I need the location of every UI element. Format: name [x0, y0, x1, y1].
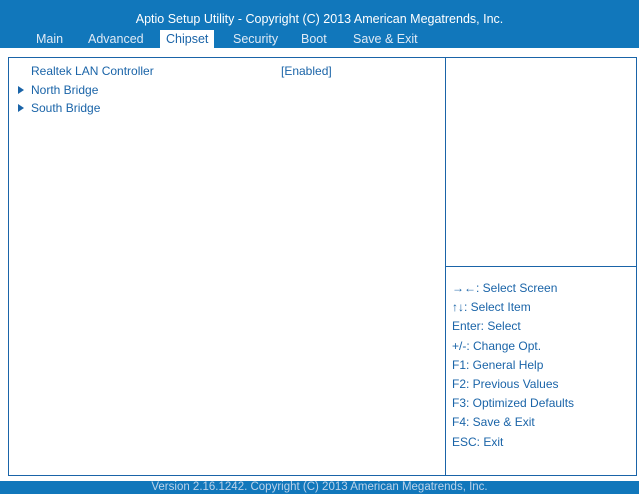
help-line-change-opt: +/-: Change Opt.: [452, 338, 542, 353]
menu-item-realtek-lan-controller[interactable]: Realtek LAN Controller: [31, 64, 154, 78]
help-line-save-exit: F4: Save & Exit: [452, 415, 535, 430]
help-line-previous-values: F2: Previous Values: [452, 376, 559, 391]
help-line-general-help: F1: General Help: [452, 357, 544, 372]
realtek-lan-controller-value[interactable]: [Enabled]: [281, 64, 332, 78]
submenu-arrow-icon: [18, 86, 24, 94]
utility-title: Aptio Setup Utility - Copyright (C) 2013…: [135, 12, 504, 26]
submenu-arrow-icon: [18, 104, 24, 112]
menu-item-north-bridge[interactable]: North Bridge: [18, 83, 98, 97]
panel-divider-horizontal: [446, 266, 637, 267]
help-line-select-screen: →←: Select Screen: [452, 281, 558, 295]
menu-item-label: Realtek LAN Controller: [31, 64, 154, 78]
tab-save-exit[interactable]: Save & Exit: [347, 30, 424, 48]
header-bar: Aptio Setup Utility - Copyright (C) 2013…: [0, 0, 639, 48]
menu-item-label: North Bridge: [31, 83, 99, 97]
help-line-esc-exit: ESC: Exit: [452, 434, 504, 449]
menu-item-south-bridge[interactable]: South Bridge: [18, 101, 100, 115]
tab-boot[interactable]: Boot: [295, 30, 333, 48]
tab-advanced[interactable]: Advanced: [82, 30, 150, 48]
tab-chipset[interactable]: Chipset: [160, 30, 215, 48]
menu-item-label: South Bridge: [31, 101, 101, 115]
help-line-select-item: ↑↓: Select Item: [452, 300, 531, 315]
help-line-enter: Enter: Select: [452, 319, 521, 334]
version-footer: Version 2.16.1242. Copyright (C) 2013 Am…: [0, 481, 639, 494]
tab-main[interactable]: Main: [30, 30, 69, 48]
help-line-optimized-defaults: F3: Optimized Defaults: [452, 396, 575, 411]
tab-bar: Main Advanced Chipset Security Boot Save…: [0, 30, 639, 48]
tab-security[interactable]: Security: [227, 30, 284, 48]
help-panel: →←: Select Screen ↑↓: Select Item Enter:…: [452, 279, 574, 452]
